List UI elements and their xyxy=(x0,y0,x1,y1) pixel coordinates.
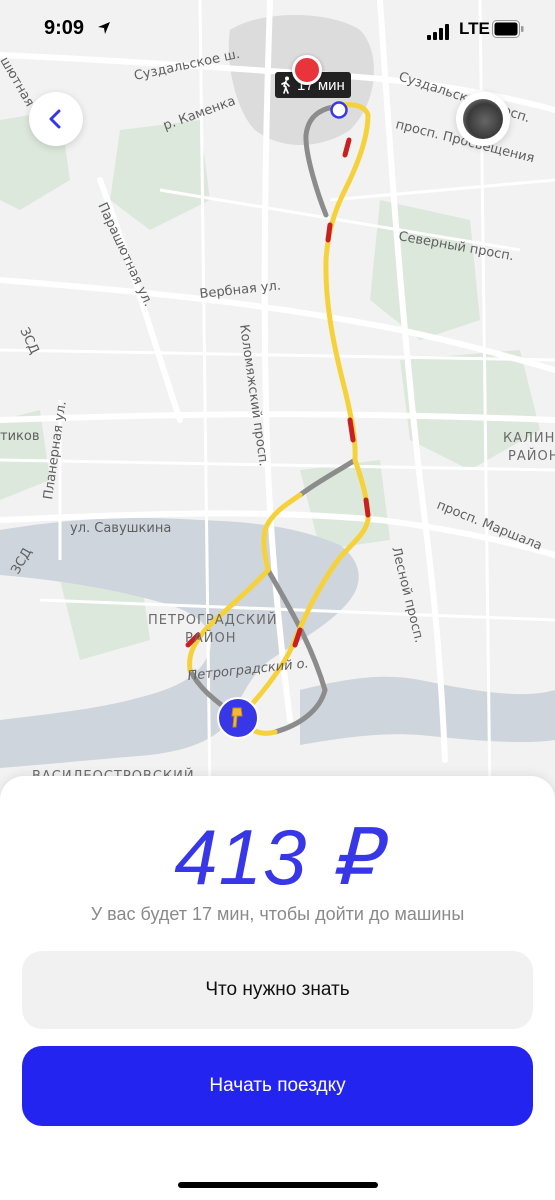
what-to-know-button[interactable]: Что нужно знать xyxy=(22,951,533,1029)
home-indicator[interactable] xyxy=(178,1182,378,1188)
chevron-left-icon xyxy=(49,109,61,129)
battery-icon xyxy=(492,20,524,38)
status-bar: 9:09 LTE xyxy=(0,0,555,60)
label-rayon: РАЙОН xyxy=(508,448,555,464)
start-ride-button[interactable]: Начать поездку xyxy=(22,1046,533,1126)
label-savushkina: ул. Савушкина xyxy=(70,521,171,536)
avatar xyxy=(463,99,503,139)
label-petrogradsky: ПЕТРОГРАДСКИЙ xyxy=(148,612,278,628)
price: 413 ₽ xyxy=(174,813,381,901)
status-time: 9:09 xyxy=(44,17,85,39)
back-button[interactable] xyxy=(29,92,83,146)
label-petrogradsky-rayon: РАЙОН xyxy=(185,630,236,646)
network-type: LTE xyxy=(459,19,490,38)
start-marker[interactable] xyxy=(217,697,259,739)
walking-person-icon xyxy=(281,76,290,94)
pointing-hand-icon xyxy=(231,707,243,728)
label-shuvalovo: тиков xyxy=(0,429,40,444)
bottom-sheet: 413 ₽ У вас будет 17 мин, чтобы дойти до… xyxy=(0,776,555,1200)
destination-pin[interactable] xyxy=(292,55,322,85)
label-kalinin: КАЛИНИ xyxy=(503,431,555,446)
car-location-marker[interactable] xyxy=(329,100,349,120)
location-arrow-icon xyxy=(98,22,110,34)
cellular-signal-icon xyxy=(427,24,449,40)
profile-button[interactable] xyxy=(456,92,510,146)
walk-time-note: У вас будет 17 мин, чтобы дойти до машин… xyxy=(90,904,465,924)
